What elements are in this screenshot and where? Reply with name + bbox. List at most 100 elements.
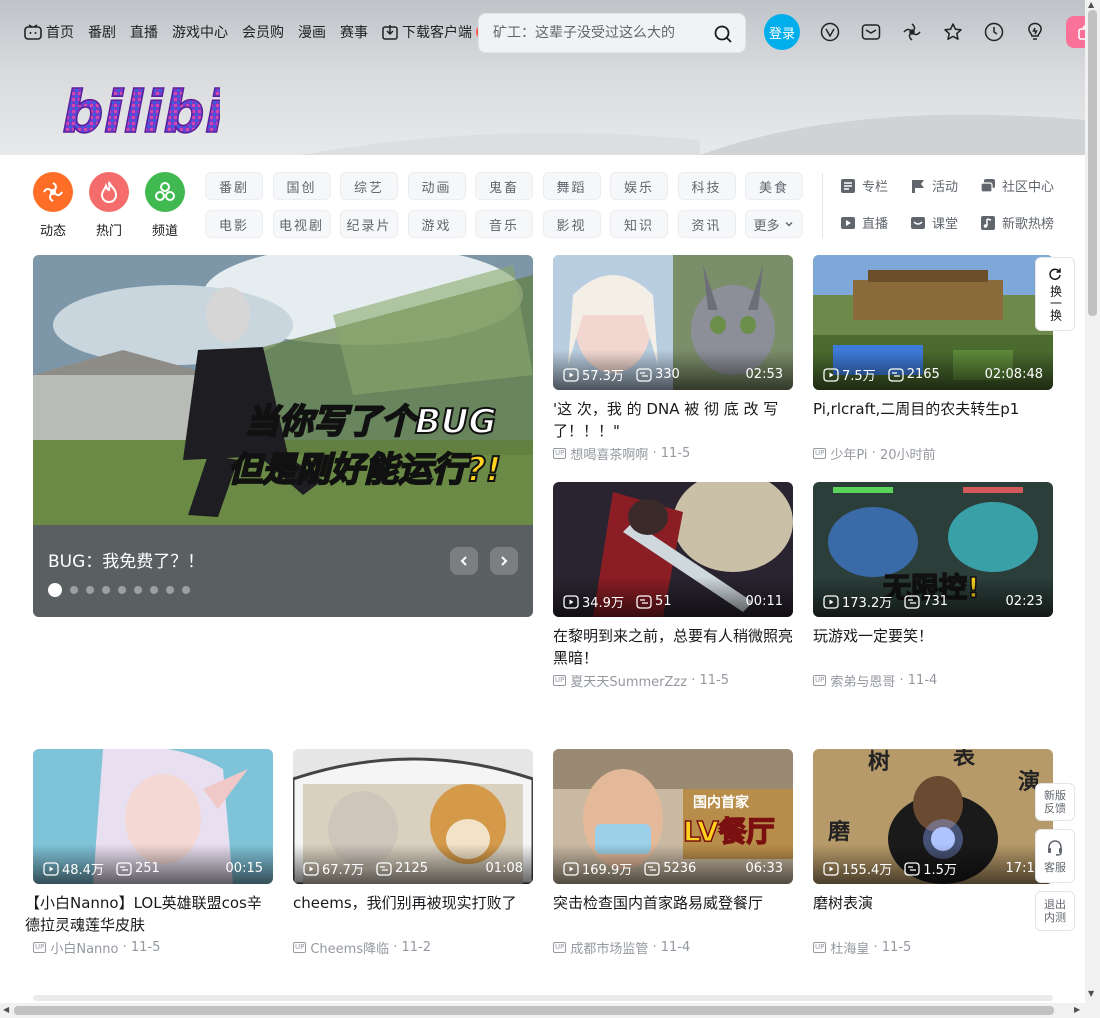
carousel-title[interactable]: BUG：我免费了？！ bbox=[48, 547, 204, 572]
video-thumbnail[interactable]: 7.5万 2165 02:08:48 bbox=[813, 255, 1053, 390]
quick-classroom[interactable]: 课堂 bbox=[910, 213, 980, 232]
tag-more[interactable]: 更多 bbox=[745, 210, 803, 238]
video-info[interactable]: UP 夏天天SummerZzz · 11-5 bbox=[553, 671, 793, 690]
video-thumbnail[interactable]: 国内首家 LV餐厅 169.9万 5236 06:33 bbox=[553, 749, 793, 884]
channel-hot[interactable]: 热门 bbox=[89, 172, 129, 239]
carousel-prev-button[interactable] bbox=[450, 547, 478, 575]
video-title[interactable]: 突击检查国内首家路易威登餐厅 bbox=[553, 892, 793, 936]
video-card[interactable]: 国内首家 LV餐厅 169.9万 5236 06:33 突击检查国内首家路易威登… bbox=[553, 749, 793, 957]
video-title[interactable]: Pi,rlcraft,二周目的农夫转生p1 bbox=[813, 398, 1053, 442]
carousel-dot[interactable] bbox=[182, 586, 190, 594]
tag-food[interactable]: 美食 bbox=[745, 172, 803, 200]
quick-activity[interactable]: 活动 bbox=[910, 176, 980, 195]
carousel-dot[interactable] bbox=[102, 586, 110, 594]
video-thumbnail[interactable]: 48.4万 251 00:15 bbox=[33, 749, 273, 884]
video-title[interactable]: 玩游戏一定要笑！ bbox=[813, 625, 1053, 669]
nav-esports[interactable]: 赛事 bbox=[340, 22, 368, 42]
channel-channels[interactable]: 频道 bbox=[145, 172, 185, 239]
carousel-dot[interactable] bbox=[48, 583, 62, 597]
customer-service-button[interactable]: 客服 bbox=[1035, 829, 1075, 883]
refresh-button[interactable]: 换一换 bbox=[1035, 257, 1075, 331]
quick-column[interactable]: 专栏 bbox=[840, 176, 910, 195]
carousel-dot[interactable] bbox=[134, 586, 142, 594]
search-icon[interactable] bbox=[713, 24, 733, 48]
nav-manga[interactable]: 漫画 bbox=[298, 22, 326, 42]
vertical-scrollbar-thumb[interactable] bbox=[1088, 10, 1097, 316]
video-title[interactable]: 磨树表演 bbox=[813, 892, 1053, 936]
quick-community[interactable]: 社区中心 bbox=[980, 176, 1070, 195]
tag-dance[interactable]: 舞蹈 bbox=[542, 172, 601, 200]
nav-game-center[interactable]: 游戏中心 bbox=[172, 22, 228, 42]
creation-center-icon[interactable] bbox=[1023, 20, 1047, 44]
video-card[interactable]: 无限控! 173.2万 731 02:23 玩游戏一定要笑！ UP索弟与恩哥 ·… bbox=[813, 482, 1053, 690]
tag-knowledge[interactable]: 知识 bbox=[610, 210, 668, 238]
tag-news[interactable]: 资讯 bbox=[677, 210, 736, 238]
carousel-dot[interactable] bbox=[70, 586, 78, 594]
scroll-up-arrow[interactable]: ▲ bbox=[1088, 0, 1094, 9]
nav-anime[interactable]: 番剧 bbox=[88, 22, 116, 42]
carousel-dot[interactable] bbox=[150, 586, 158, 594]
tag-bangumi[interactable]: 番剧 bbox=[205, 172, 263, 200]
tag-animation[interactable]: 动画 bbox=[407, 172, 466, 200]
video-thumbnail[interactable]: 34.9万 51 00:11 bbox=[553, 482, 793, 617]
video-title[interactable]: 【小白Nanno】LOL英雄联盟cos辛德拉灵魂莲华皮肤 bbox=[25, 892, 273, 936]
carousel-next-button[interactable] bbox=[490, 547, 518, 575]
tag-movie[interactable]: 电影 bbox=[205, 210, 263, 238]
video-thumbnail[interactable]: 磨 树 表 演 155.4万 1.5万 17:16 bbox=[813, 749, 1053, 884]
video-card[interactable]: 67.7万 2125 01:08 cheems，我们别再被现实打败了 UP Che… bbox=[293, 749, 533, 957]
favorites-icon[interactable] bbox=[941, 20, 965, 44]
search-input[interactable] bbox=[493, 25, 693, 41]
video-info[interactable]: UP 少年Pi · 20小时前 bbox=[813, 444, 1053, 463]
video-info[interactable]: UP 杜海皇 · 11-5 bbox=[813, 938, 1053, 957]
video-title[interactable]: cheems，我们别再被现实打败了 bbox=[293, 892, 533, 936]
nav-home[interactable]: 首页 bbox=[24, 22, 74, 42]
tag-variety[interactable]: 综艺 bbox=[340, 172, 398, 200]
bilibili-logo[interactable]: bilibili bbox=[60, 68, 266, 152]
carousel-dot[interactable] bbox=[118, 586, 126, 594]
tag-tv-series[interactable]: 电视剧 bbox=[272, 210, 331, 238]
scroll-down-arrow[interactable]: ▼ bbox=[1088, 989, 1094, 998]
horizontal-scrollbar-thumb[interactable] bbox=[14, 1006, 1054, 1015]
nav-live[interactable]: 直播 bbox=[130, 22, 158, 42]
scroll-left-arrow[interactable]: ◀ bbox=[3, 1005, 9, 1014]
tag-tech[interactable]: 科技 bbox=[677, 172, 736, 200]
video-card[interactable]: 57.3万 330 02:53 '这 次，我 的 DNA 被 彻 底 改 写 了… bbox=[553, 255, 793, 463]
login-button[interactable]: 登录 bbox=[764, 14, 800, 50]
carousel-dot[interactable] bbox=[86, 586, 94, 594]
nav-vip-shop[interactable]: 会员购 bbox=[242, 22, 284, 42]
video-thumbnail[interactable]: 无限控! 173.2万 731 02:23 bbox=[813, 482, 1053, 617]
exit-beta-button[interactable]: 退出内测 bbox=[1035, 891, 1075, 931]
tag-film[interactable]: 影视 bbox=[542, 210, 601, 238]
video-title[interactable]: 在黎明到来之前，总要有人稍微照亮黑暗！ bbox=[553, 625, 793, 669]
video-card[interactable]: 磨 树 表 演 155.4万 1.5万 17:16 磨树表演 UP 杜海皇 · 1… bbox=[813, 749, 1053, 957]
message-icon[interactable] bbox=[859, 20, 883, 44]
tag-music[interactable]: 音乐 bbox=[475, 210, 533, 238]
scroll-right-arrow[interactable]: ▶ bbox=[1074, 1005, 1080, 1014]
dynamic-icon[interactable] bbox=[900, 20, 924, 44]
nav-download[interactable]: 下载客户端 新 bbox=[382, 22, 494, 42]
banner-carousel[interactable]: 当你写了个BUG 但是刚好能运行?! BUG：我免费了？！ bbox=[33, 255, 533, 617]
video-info[interactable]: UP Cheems降临 · 11-2 bbox=[293, 938, 533, 957]
video-info[interactable]: UP 想喝喜茶啊啊 · 11-5 bbox=[553, 444, 793, 463]
history-icon[interactable] bbox=[982, 20, 1006, 44]
tag-game[interactable]: 游戏 bbox=[407, 210, 466, 238]
feedback-button[interactable]: 新版反馈 bbox=[1035, 783, 1075, 821]
quick-new-songs[interactable]: 新歌热榜 bbox=[980, 213, 1070, 232]
channel-dynamic[interactable]: 动态 bbox=[33, 172, 73, 239]
video-thumbnail[interactable]: 57.3万 330 02:53 bbox=[553, 255, 793, 390]
video-card[interactable]: 34.9万 51 00:11 在黎明到来之前，总要有人稍微照亮黑暗！ UP 夏天天… bbox=[553, 482, 793, 690]
video-thumbnail[interactable]: 67.7万 2125 01:08 bbox=[293, 749, 533, 884]
video-info[interactable]: UP 索弟与恩哥 · 11-4 bbox=[813, 671, 1053, 690]
quick-live[interactable]: 直播 bbox=[840, 213, 910, 232]
video-info[interactable]: UP 成都市场监管 · 11-4 bbox=[553, 938, 793, 957]
video-title[interactable]: '这 次，我 的 DNA 被 彻 底 改 写 了！！！" bbox=[553, 398, 793, 442]
tag-kichiku[interactable]: 鬼畜 bbox=[475, 172, 533, 200]
tag-documentary[interactable]: 纪录片 bbox=[340, 210, 398, 238]
carousel-dot[interactable] bbox=[166, 586, 174, 594]
video-info[interactable]: UP 小白Nanno · 11-5 bbox=[33, 938, 273, 957]
tag-guochuang[interactable]: 国创 bbox=[272, 172, 331, 200]
tag-entertainment[interactable]: 娱乐 bbox=[610, 172, 668, 200]
video-card[interactable]: 7.5万 2165 02:08:48 Pi,rlcraft,二周目的农夫转生p1… bbox=[813, 255, 1053, 463]
vip-icon[interactable] bbox=[818, 20, 842, 44]
video-card[interactable]: 48.4万 251 00:15 【小白Nanno】LOL英雄联盟cos辛德拉灵魂… bbox=[25, 749, 273, 957]
